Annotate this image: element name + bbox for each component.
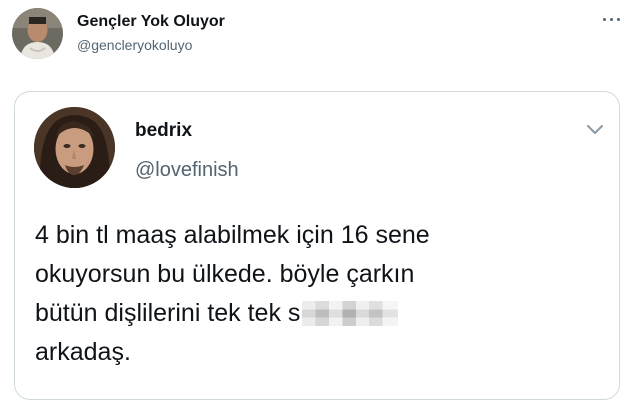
tweet-text-line: 4 bin tl maaş alabilmek için 16 sene bbox=[35, 221, 430, 249]
username-handle[interactable]: @lovefinish bbox=[135, 159, 239, 182]
profile-photo-icon bbox=[34, 107, 115, 188]
profile-photo-icon bbox=[12, 8, 63, 59]
avatar[interactable] bbox=[34, 107, 115, 188]
display-name[interactable]: Gençler Yok Oluyor bbox=[77, 13, 225, 31]
tweet-text-fragment: bütün dişlilerini tek tek s bbox=[35, 299, 301, 327]
avatar[interactable] bbox=[12, 8, 63, 59]
tweet-header: Gençler Yok Oluyor @gencleryokoluyo bbox=[0, 0, 635, 70]
display-name[interactable]: bedrix bbox=[135, 120, 192, 142]
censored-word-blur bbox=[302, 301, 399, 326]
chevron-down-icon[interactable] bbox=[586, 124, 604, 136]
tweet-text-line: bütün dişlilerini tek tek s bbox=[35, 294, 615, 333]
username-handle[interactable]: @gencleryokoluyo bbox=[77, 37, 192, 53]
more-options-icon[interactable] bbox=[602, 16, 622, 24]
tweet-text-line: arkadaş. bbox=[35, 338, 131, 366]
tweet-text: 4 bin tl maaş alabilmek için 16 sene oku… bbox=[35, 216, 615, 372]
tweet-text-line: okuyorsun bu ülkede. böyle çarkın bbox=[35, 260, 415, 288]
quoted-tweet-card[interactable]: bedrix @lovefinish 4 bin tl maaş alabilm… bbox=[14, 91, 620, 400]
